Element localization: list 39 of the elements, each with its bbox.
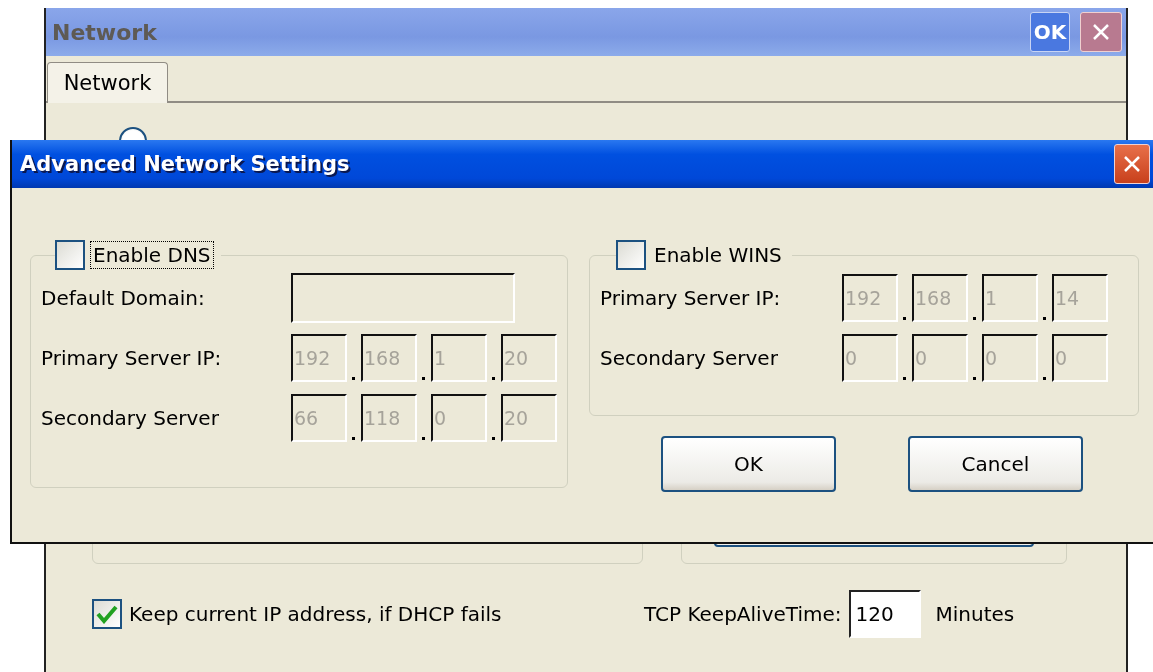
octet-separator bbox=[492, 377, 495, 380]
checkbox[interactable] bbox=[55, 240, 85, 270]
keepalive-label: TCP KeepAliveTime: bbox=[644, 602, 842, 626]
field-label: Secondary Server bbox=[600, 346, 779, 370]
dialog-title: Advanced Network Settings bbox=[20, 152, 351, 176]
keepalive-field[interactable]: 120 bbox=[849, 590, 922, 638]
octet-separator bbox=[352, 377, 355, 380]
checkbox[interactable] bbox=[616, 240, 646, 270]
window-title: Network bbox=[52, 19, 158, 45]
close-icon bbox=[1091, 22, 1111, 42]
dialog-button[interactable]: Cancel bbox=[908, 436, 1083, 492]
octet-separator bbox=[903, 377, 906, 380]
field-label: Primary Server IP: bbox=[41, 346, 223, 370]
octet-separator bbox=[903, 317, 906, 320]
close-button[interactable] bbox=[1080, 12, 1122, 52]
field-label: Primary Server IP: bbox=[600, 286, 782, 310]
octet-separator bbox=[973, 377, 976, 380]
close-icon bbox=[1122, 154, 1142, 174]
checkbox[interactable] bbox=[92, 599, 122, 629]
close-button[interactable] bbox=[1114, 144, 1150, 184]
checkbox-label: Enable WINS bbox=[653, 242, 783, 268]
field-label: Secondary Server bbox=[41, 406, 220, 430]
octet-separator bbox=[352, 437, 355, 440]
octet-separator bbox=[422, 437, 425, 440]
domain-field[interactable] bbox=[291, 273, 515, 323]
octet-separator bbox=[492, 437, 495, 440]
checkbox-label: Enable DNS bbox=[91, 242, 213, 268]
octet-separator bbox=[973, 317, 976, 320]
tab[interactable]: Network bbox=[47, 62, 168, 103]
checkbox-label: Keep current IP address, if DHCP fails bbox=[129, 602, 503, 626]
octet-separator bbox=[1043, 317, 1046, 320]
field-label: Default Domain: bbox=[41, 286, 206, 310]
octet-separator bbox=[1043, 377, 1046, 380]
dialog-button[interactable]: OK bbox=[661, 436, 836, 492]
ok-button[interactable]: OK bbox=[1030, 12, 1070, 52]
radio-button[interactable] bbox=[119, 127, 147, 140]
unit-label: Minutes bbox=[935, 602, 1015, 626]
check-icon bbox=[96, 604, 118, 624]
octet-separator bbox=[422, 377, 425, 380]
